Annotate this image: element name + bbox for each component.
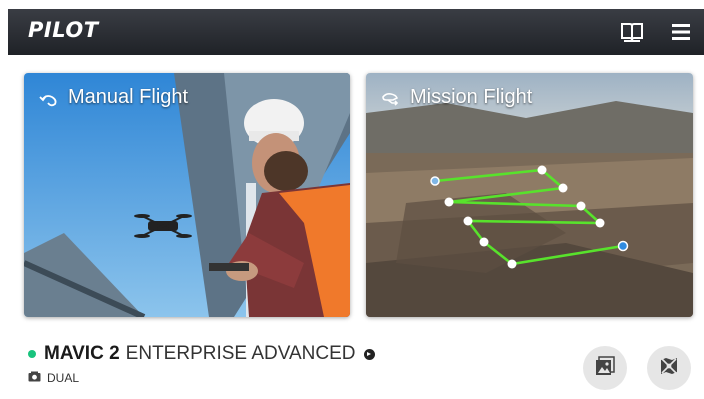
album-button[interactable] bbox=[583, 346, 627, 390]
connection-status-dot bbox=[28, 350, 36, 358]
app-logo: PILOT bbox=[28, 18, 99, 42]
mission-flight-title: Mission Flight bbox=[380, 86, 532, 109]
map-icon bbox=[658, 355, 680, 382]
map-button[interactable] bbox=[647, 346, 691, 390]
camera-label: DUAL bbox=[47, 371, 80, 385]
manual-flight-icon bbox=[38, 90, 60, 106]
mission-start-point bbox=[430, 176, 440, 186]
chevron-right-icon[interactable] bbox=[364, 348, 376, 360]
manual-flight-title: Manual Flight bbox=[38, 86, 188, 109]
manual-flight-card[interactable]: Manual Flight bbox=[24, 73, 350, 317]
manual-flight-label: Manual Flight bbox=[68, 86, 189, 108]
mission-flight-card[interactable]: Mission Flight bbox=[366, 73, 693, 317]
aircraft-model-sub: ENTERPRISE ADVANCED bbox=[125, 343, 356, 364]
album-icon bbox=[595, 355, 615, 381]
mission-flight-icon bbox=[380, 90, 402, 106]
camera-info: DUAL bbox=[28, 371, 79, 385]
mission-flight-image bbox=[366, 73, 693, 317]
book-icon[interactable] bbox=[620, 21, 644, 43]
mission-flight-label: Mission Flight bbox=[410, 86, 533, 108]
aircraft-status[interactable]: MAVIC 2 ENTERPRISE ADVANCED bbox=[28, 343, 376, 365]
aircraft-model-main: MAVIC 2 bbox=[44, 343, 120, 364]
mission-end-point bbox=[617, 240, 629, 252]
hamburger-menu-icon[interactable] bbox=[670, 21, 694, 43]
manual-flight-image bbox=[24, 73, 350, 317]
camera-icon bbox=[28, 371, 41, 385]
top-bar: PILOT bbox=[8, 9, 704, 55]
